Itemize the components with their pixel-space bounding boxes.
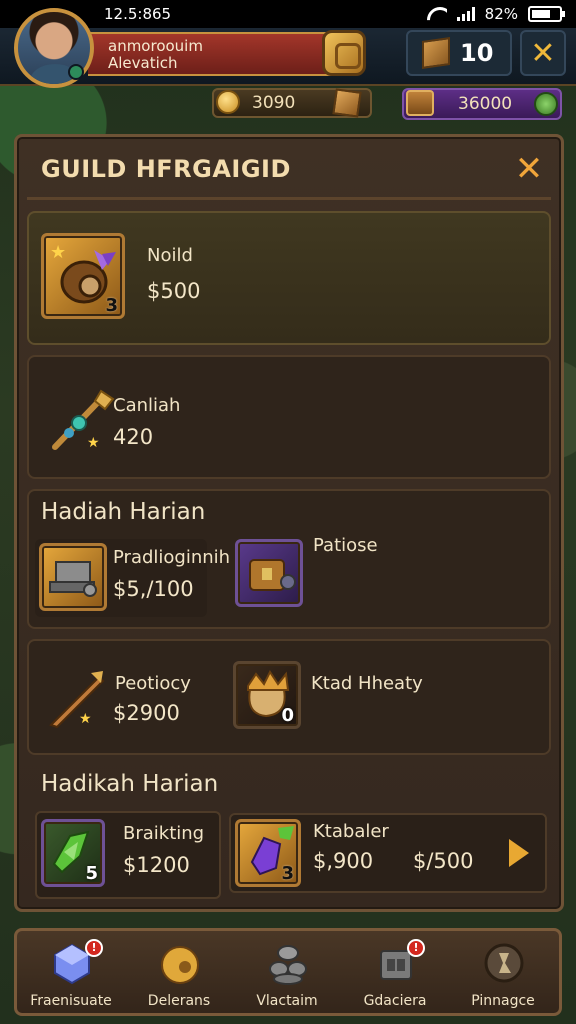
reward-item-1[interactable]: Pradlioginnih $5,/100 — [35, 539, 230, 617]
nav-badge-fraenisuate: ! — [85, 939, 103, 957]
stone-pile-icon — [269, 945, 307, 985]
item-name-canliah: Canliah — [113, 395, 181, 416]
reward-item-2-name: Patiose — [313, 535, 378, 556]
nav-badge-gdaciera: ! — [407, 939, 425, 957]
row-item-1-price: $2900 — [113, 701, 180, 725]
gift-item-1-price: $1200 — [123, 853, 190, 877]
row-item-1-name: Peotiocy — [115, 673, 191, 694]
gift-item-2-name: Ktabaler — [313, 821, 389, 842]
panel-divider — [27, 197, 551, 200]
gold-pot-icon — [161, 946, 199, 984]
signal-icon — [456, 7, 475, 21]
item-card-canliah[interactable]: ★ Canliah 420 — [27, 355, 551, 479]
cube-icon — [332, 88, 362, 118]
reward-item-1-tile — [39, 543, 107, 611]
items-row-card: ★ Peotiocy $2900 0 Ktad Hheaty — [27, 639, 551, 755]
gold-value: 3090 — [252, 93, 296, 113]
gift-item-1-tile: 5 — [41, 819, 105, 887]
featured-item-tile: ★ 3 — [41, 233, 125, 319]
gift-item-2-price-alt: $/500 — [413, 849, 474, 873]
battery-icon — [528, 6, 565, 22]
svg-text:★: ★ — [87, 435, 100, 451]
nav-label-delerans: Delerans — [147, 993, 211, 1009]
online-status-icon — [68, 64, 84, 80]
reward-item-2-tile[interactable] — [235, 539, 303, 607]
featured-item-count: 3 — [105, 295, 118, 316]
panel-close-button[interactable]: ✕ — [511, 151, 547, 187]
add-gem-icon[interactable] — [534, 92, 558, 116]
reward-item-1-name: Pradlioginnih — [113, 547, 231, 568]
featured-item-card[interactable]: ★ 3 Noild $500 — [27, 211, 551, 345]
panel-title: GUILD HFRGAIGID — [41, 155, 291, 183]
daily-rewards-card: Hadiah Harian Pradlioginnih $5,/100 Pati… — [27, 489, 551, 629]
nav-item-pinnagce[interactable]: Pinnagce — [451, 937, 555, 1013]
gem-value: 36000 — [458, 94, 513, 114]
chest-reward-icon — [249, 559, 296, 591]
nav-item-vlactaim[interactable]: Vlactaim — [235, 937, 339, 1013]
rune-shield-icon — [484, 943, 524, 983]
status-icons: 82% — [427, 5, 565, 23]
dagger-icon: ★ — [49, 671, 105, 729]
gift-item-1[interactable]: 5 Braikting $1200 — [35, 811, 221, 899]
section-label-daily: Hadiah Harian — [41, 499, 206, 525]
guild-panel: GUILD HFRGAIGID ✕ ★ 3 Noild $500 ★ Canli… — [14, 134, 564, 912]
next-arrow-icon[interactable] — [509, 839, 529, 867]
nav-label-vlactaim: Vlactaim — [256, 993, 318, 1009]
gold-coin-icon — [216, 90, 240, 114]
gift-item-2[interactable]: 3 Ktabaler $,900 $/500 — [229, 813, 547, 893]
gift-item-1-name: Braikting — [123, 823, 205, 844]
bottom-nav: ! Fraenisuate Delerans Vlactaim ! Gdacie… — [14, 928, 562, 1016]
box-icon — [422, 37, 450, 69]
section-label-gifts: Hadikah Harian — [41, 771, 219, 797]
row-item-2-tile[interactable]: 0 — [233, 661, 301, 729]
gift-item-2-count: 3 — [281, 863, 294, 884]
reward-item-1-price: $5,/100 — [113, 577, 194, 601]
anvil-icon — [49, 561, 97, 597]
player-name-plate[interactable]: anmoroouim Alevatich — [88, 32, 356, 76]
gift-item-1-count: 5 — [85, 863, 98, 884]
daily-gifts-card: Hadikah Harian 5 Braikting $1200 3 Ktaba… — [27, 763, 551, 905]
nav-label-pinnagce: Pinnagce — [471, 993, 535, 1009]
rank-badge-icon[interactable] — [322, 30, 366, 76]
nav-item-delerans[interactable]: Delerans — [127, 937, 231, 1013]
nav-item-gdaciera[interactable]: ! Gdaciera — [343, 937, 447, 1013]
nav-label-fraenisuate: Fraenisuate — [30, 993, 112, 1009]
staff-icon: ★ — [52, 389, 115, 451]
featured-item-name: Noild — [147, 245, 193, 266]
battery-percent: 82% — [484, 5, 518, 23]
item-price-canliah: 420 — [113, 425, 154, 449]
player-subtitle: Alevatich — [108, 54, 178, 72]
gift-item-2-price: $,900 — [313, 849, 374, 873]
nav-label-gdaciera: Gdaciera — [363, 993, 427, 1009]
status-time: 12.5:865 — [104, 5, 172, 23]
wifi-icon — [427, 7, 447, 21]
box-count-value: 10 — [460, 39, 494, 67]
svg-text:★: ★ — [79, 711, 92, 727]
nav-item-fraenisuate[interactable]: ! Fraenisuate — [19, 937, 123, 1013]
player-name: anmoroouim — [108, 37, 203, 55]
svg-text:★: ★ — [50, 242, 66, 263]
featured-item-price: $500 — [147, 279, 201, 303]
gift-item-2-tile: 3 — [235, 819, 301, 887]
resource-box-counter[interactable]: 10 — [406, 30, 512, 76]
chest-icon — [406, 90, 434, 116]
top-close-button[interactable]: ✕ — [520, 30, 566, 76]
row-item-2-name: Ktad Hheaty — [311, 673, 423, 694]
row-item-2-count: 0 — [281, 705, 294, 726]
